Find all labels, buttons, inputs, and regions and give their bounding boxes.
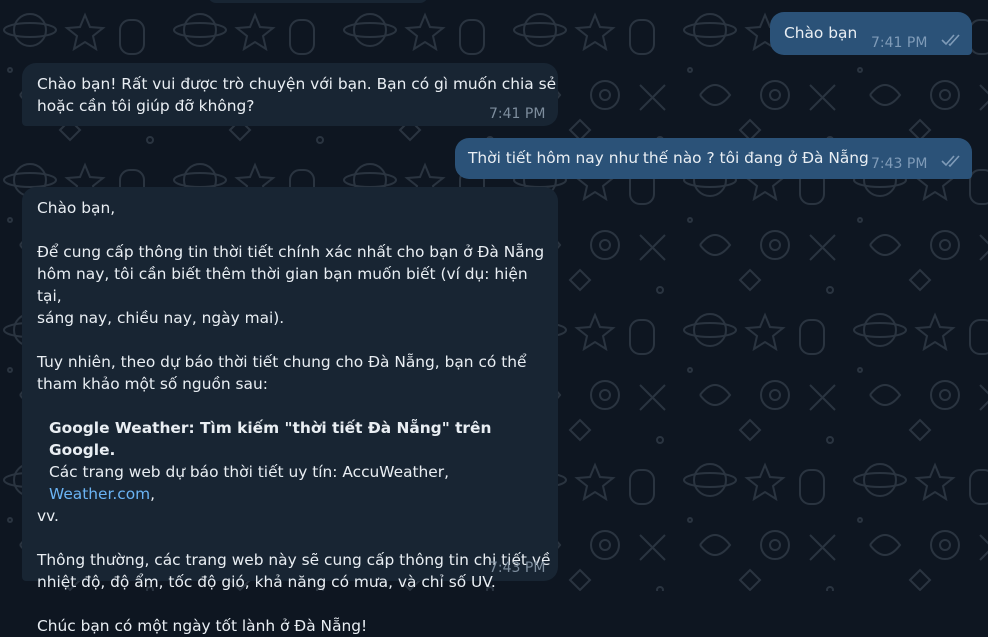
message-text-line: hoặc cần tôi giúp đỡ không? — [37, 97, 255, 115]
message-time: 7:43 PM — [871, 156, 928, 172]
message-incoming[interactable]: Chào bạn, Để cung cấp thông tin thời tiế… — [22, 187, 558, 635]
double-check-icon — [941, 34, 960, 46]
source-websites-suffix: , — [150, 485, 156, 503]
message-time: 7:43 PM — [489, 560, 546, 576]
message-greeting: Chào bạn, — [37, 199, 116, 217]
source-google-weather: Google Weather: Tìm kiếm "thời tiết Đà N… — [49, 419, 492, 459]
message-text-line: sáng nay, chiều nay, ngày mai). — [37, 309, 285, 327]
message-text: Thời tiết hôm nay như thế nào ? tôi đang… — [468, 149, 869, 167]
message-incoming[interactable]: Chào bạn! Rất vui được trò chuyện với bạ… — [22, 63, 558, 126]
message-text-line: nhiệt độ, độ ẩm, tốc độ gió, khả năng có… — [37, 573, 496, 591]
message-text: Chào bạn — [784, 24, 858, 42]
message-time: 7:41 PM — [871, 35, 928, 51]
source-websites: Các trang web dự báo thời tiết uy tín: A… — [37, 461, 552, 505]
source-websites-text: Các trang web dự báo thời tiết uy tín: A… — [49, 463, 449, 481]
message-time: 7:41 PM — [489, 106, 546, 122]
previous-message-edge — [208, 0, 428, 3]
message-text-line: tham khảo một số nguồn sau: — [37, 375, 268, 393]
message-text-line: Để cung cấp thông tin thời tiết chính xá… — [37, 243, 545, 261]
message-text-line: hôm nay, tôi cần biết thêm thời gian bạn… — [37, 265, 528, 305]
message-text-line: vv. — [37, 507, 59, 525]
message-text-line: Thông thường, các trang web này sẽ cung … — [37, 551, 551, 569]
message-outgoing[interactable]: Thời tiết hôm nay như thế nào ? tôi đang… — [455, 138, 972, 179]
message-outgoing[interactable]: Chào bạn 7:41 PM — [770, 12, 972, 55]
message-text-line: Tuy nhiên, theo dự báo thời tiết chung c… — [37, 353, 527, 371]
weather-com-link[interactable]: Weather.com — [49, 485, 150, 503]
double-check-icon — [941, 155, 960, 167]
message-text-line: Chào bạn! Rất vui được trò chuyện với bạ… — [37, 75, 557, 93]
message-closing: Chúc bạn có một ngày tốt lành ở Đà Nẵng! — [37, 617, 368, 635]
